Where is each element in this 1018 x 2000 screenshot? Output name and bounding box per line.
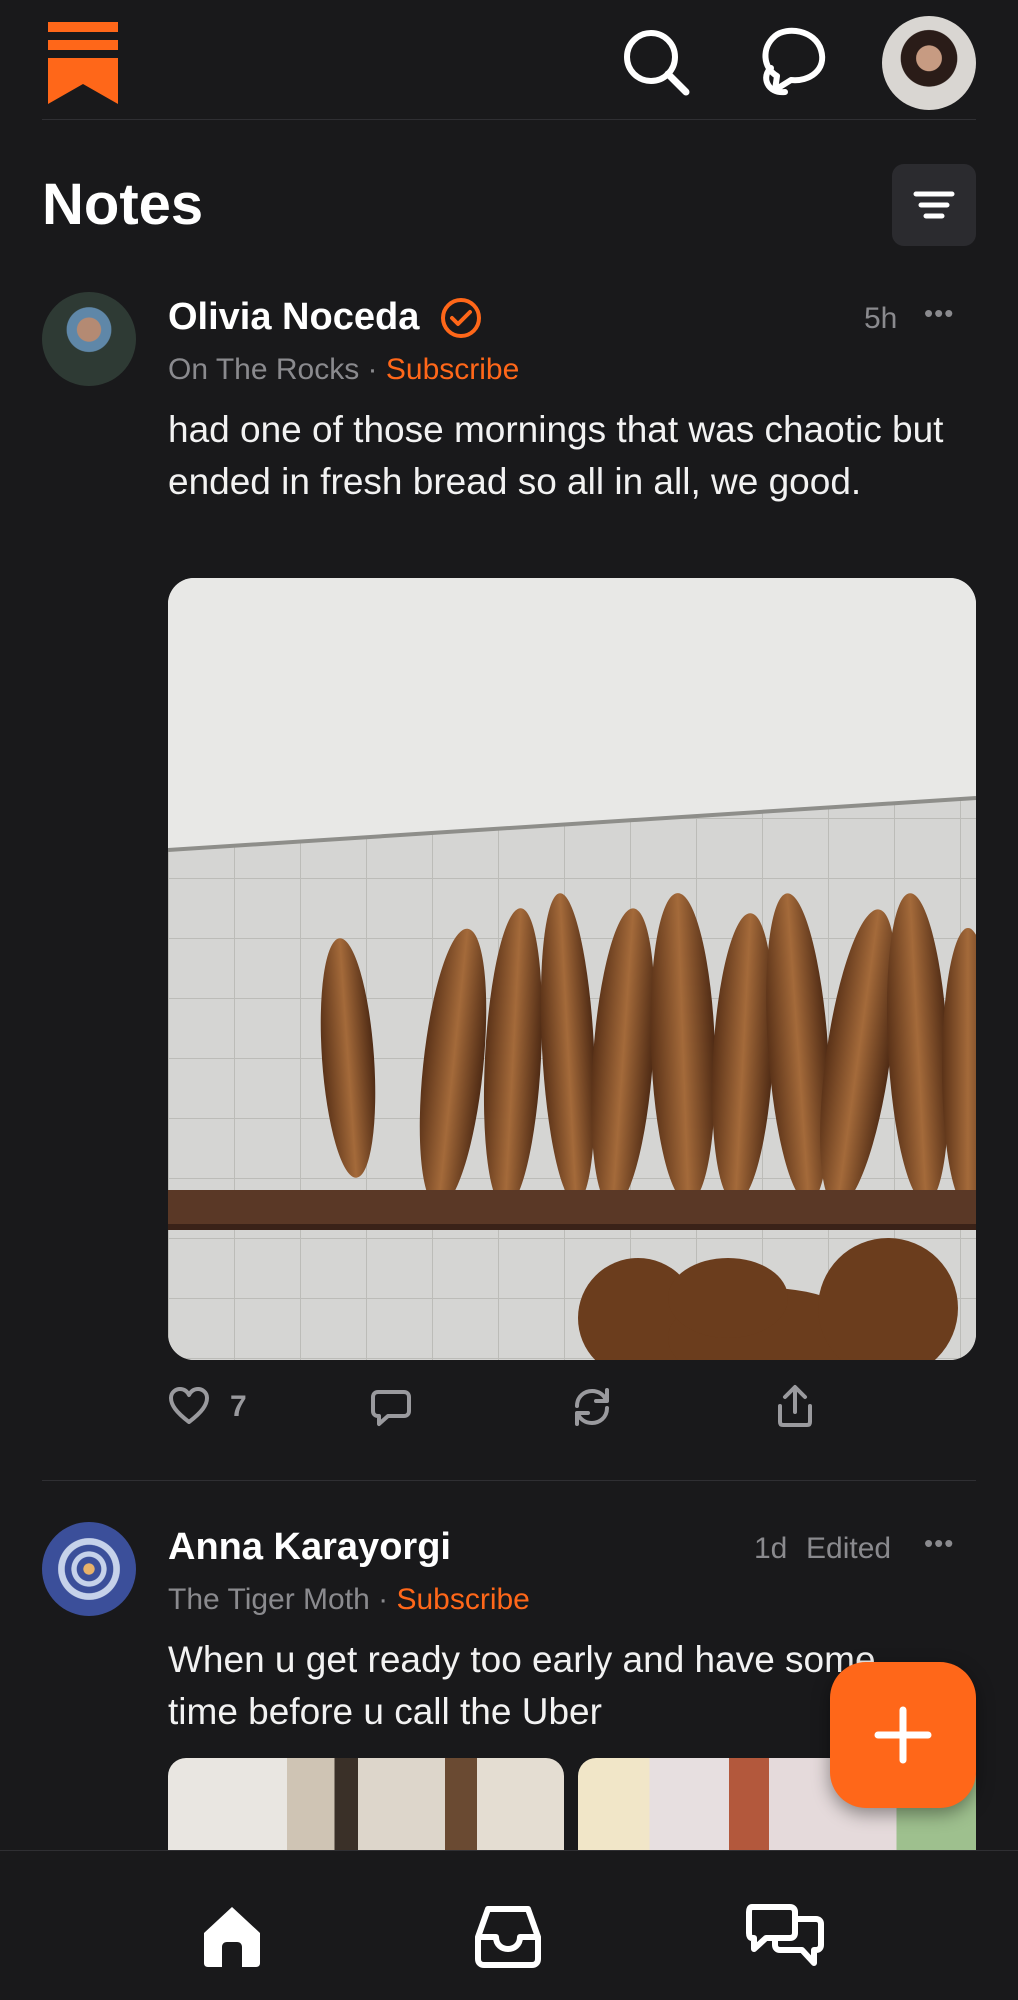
comment-button[interactable] — [370, 1388, 412, 1428]
publication-line: The Tiger Moth · Subscribe — [168, 1580, 530, 1620]
note-image[interactable] — [168, 578, 976, 1360]
edited-label: Edited — [806, 1532, 892, 1565]
author-avatar[interactable] — [42, 1522, 136, 1616]
plus-icon — [874, 1706, 932, 1764]
author-name[interactable]: Anna Karayorgi — [168, 1522, 451, 1572]
inbox-tab[interactable] — [474, 1903, 542, 1969]
publication-name[interactable]: The Tiger Moth — [168, 1583, 370, 1616]
restack-button[interactable] — [571, 1386, 613, 1428]
comment-icon — [371, 1390, 411, 1426]
restack-icon — [575, 1388, 609, 1426]
home-icon — [204, 1907, 260, 1967]
like-count: 7 — [230, 1390, 247, 1423]
chat-tab[interactable] — [746, 1899, 824, 1971]
separator: · — [367, 353, 378, 386]
filter-button[interactable] — [892, 164, 976, 246]
chat-icon — [746, 1904, 824, 1966]
author-avatar[interactable] — [42, 292, 136, 386]
verified-badge-icon — [440, 297, 482, 339]
share-icon — [778, 1385, 812, 1427]
note-time: 5h — [864, 302, 898, 335]
separator: · — [378, 1583, 389, 1616]
more-options-icon[interactable]: ••• — [924, 1528, 954, 1559]
subscribe-link[interactable]: Subscribe — [396, 1583, 529, 1616]
filter-icon — [913, 191, 955, 219]
profile-avatar[interactable] — [882, 16, 976, 110]
author-name[interactable]: Olivia Noceda — [168, 292, 419, 342]
note-body: had one of those mornings that was chaot… — [168, 409, 944, 502]
inbox-icon — [475, 1906, 541, 1968]
publication-name[interactable]: On The Rocks — [168, 353, 359, 386]
substack-logo-icon[interactable] — [48, 22, 118, 104]
share-button[interactable] — [774, 1384, 816, 1428]
page-title: Notes — [42, 172, 204, 237]
note-time: 1d — [754, 1532, 788, 1565]
note-divider — [42, 1480, 976, 1481]
top-bar — [0, 0, 1018, 120]
bottom-nav — [0, 1850, 1018, 2000]
subscribe-link[interactable]: Subscribe — [386, 353, 519, 386]
chat-bubbles-icon[interactable] — [757, 26, 829, 100]
like-button[interactable] — [168, 1386, 210, 1426]
compose-note-button[interactable] — [830, 1662, 976, 1808]
home-tab[interactable] — [198, 1903, 266, 1969]
search-icon[interactable] — [620, 26, 694, 100]
header-divider — [42, 119, 976, 120]
note-item[interactable]: Olivia Noceda 5h ••• On The Rocks · Subs… — [0, 280, 1018, 1480]
publication-line: On The Rocks · Subscribe — [168, 350, 519, 390]
heart-icon — [169, 1387, 209, 1424]
more-options-icon[interactable]: ••• — [924, 298, 954, 329]
note-image[interactable] — [168, 1758, 564, 1858]
